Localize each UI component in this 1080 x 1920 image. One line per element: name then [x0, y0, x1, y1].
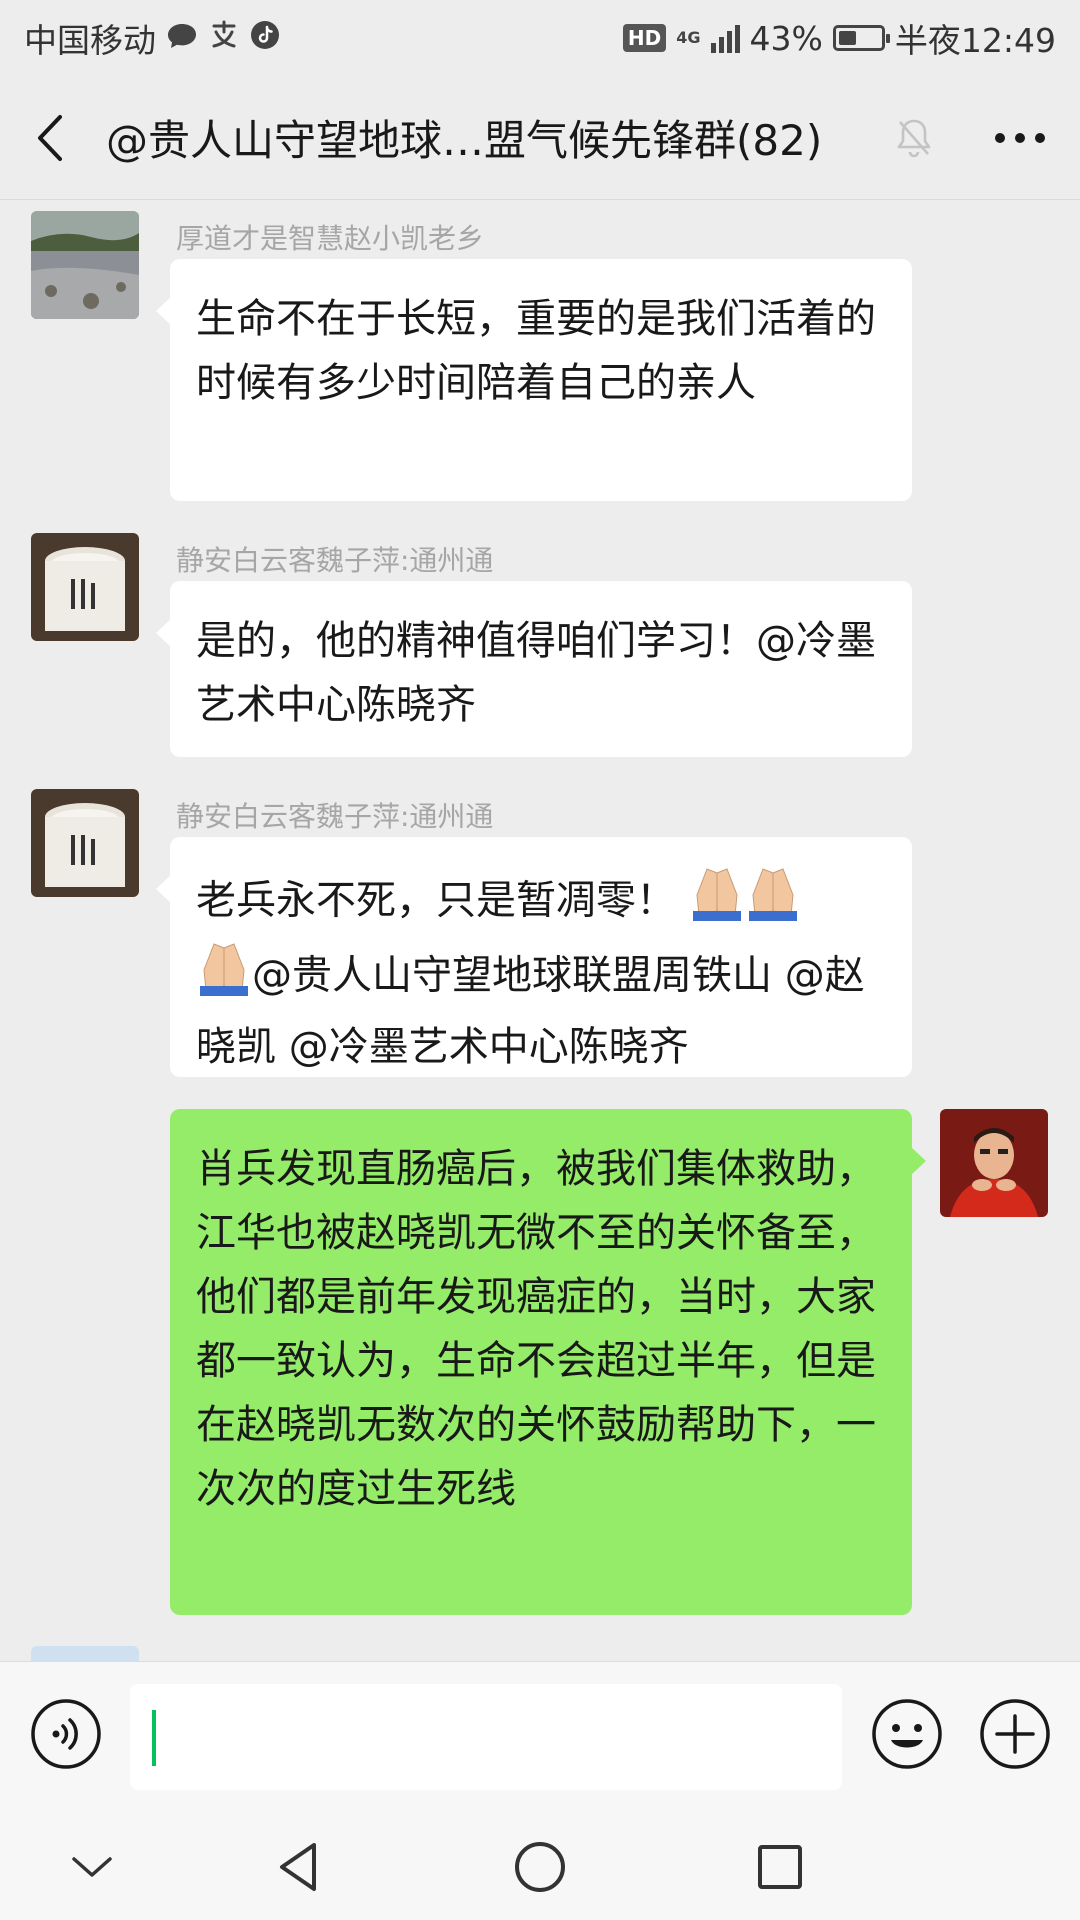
avatar[interactable]	[31, 789, 139, 897]
sender-name: 厚道才是智慧赵小凯老乡	[176, 222, 485, 255]
partial-next-message	[0, 1646, 1080, 1661]
system-home-button[interactable]	[508, 1835, 572, 1899]
message-text: 老兵永不死，只是暂凋零！	[196, 877, 676, 924]
more-functions-button[interactable]	[979, 1698, 1051, 1770]
message-list[interactable]: 厚道才是智慧赵小凯老乡 生命不在于长短，重要的是我们活着的时候有多少时间陪着自己…	[0, 201, 1080, 1661]
message-mentions: @贵人山守望地球联盟周铁山 @赵晓凯 @冷墨艺术中心陈晓齐	[196, 952, 865, 1071]
avatar[interactable]	[940, 1109, 1048, 1217]
message-text: 是的，他的精神值得咱们学习！@冷墨艺术中心陈晓齐	[196, 618, 876, 728]
message-bubble-outgoing[interactable]: 肖兵发现直肠癌后，被我们集体救助，江华也被赵晓凯无微不至的关怀备至，他们都是前年…	[170, 1109, 926, 1615]
chat-title: @贵人山守望地球…盟气候先锋群(82)	[106, 116, 823, 165]
clock: 半夜12:49	[894, 21, 1056, 60]
enamel-mug-avatar-image	[31, 789, 139, 897]
avatar[interactable]	[31, 211, 139, 319]
voice-input-button[interactable]	[30, 1698, 102, 1770]
system-back-button[interactable]	[268, 1835, 332, 1899]
system-navigation-bar	[0, 1813, 1080, 1920]
hide-keyboard-button[interactable]	[60, 1835, 124, 1899]
carrier-name: 中国移动	[24, 21, 156, 60]
status-bar-right: HD 4G 43% 半夜12:49	[622, 14, 1056, 62]
river-landscape-avatar-image	[31, 211, 139, 319]
message-bubble[interactable]: 老兵永不死，只是暂凋零！ @贵人山守望地球联盟周铁山 @赵晓凯 @冷墨艺术中心陈…	[156, 837, 912, 1077]
sender-name: 静安白云客魏子萍:通州通	[176, 800, 494, 833]
message-text: 生命不在于长短，重要的是我们活着的时候有多少时间陪着自己的亲人	[196, 296, 876, 406]
emoji-smile-icon	[872, 1699, 942, 1769]
message-text: 肖兵发现直肠癌后，被我们集体救助，江华也被赵晓凯无微不至的关怀备至，他们都是前年…	[196, 1146, 876, 1512]
back-button[interactable]	[0, 76, 100, 200]
chat-input-bar	[0, 1661, 1080, 1813]
text-cursor	[152, 1710, 156, 1766]
chevron-down-icon	[72, 1857, 112, 1877]
back-arrow-icon	[38, 114, 62, 161]
avatar[interactable]	[31, 533, 139, 641]
square-recent-icon	[758, 1845, 802, 1889]
tiktok-icon	[250, 19, 280, 58]
battery-percent: 43%	[749, 18, 823, 58]
message-bubble[interactable]: 生命不在于长短，重要的是我们活着的时候有多少时间陪着自己的亲人	[156, 259, 912, 501]
sender-name: 静安白云客魏子萍:通州通	[176, 544, 494, 577]
chat-title-bar: @贵人山守望地球…盟气候先锋群(82)	[0, 76, 1080, 200]
triangle-back-icon	[280, 1843, 316, 1891]
enamel-mug-avatar-image	[31, 533, 139, 641]
more-options-button[interactable]	[980, 76, 1060, 200]
chat-bubble-icon	[166, 19, 198, 58]
message-bubble[interactable]: 是的，他的精神值得咱们学习！@冷墨艺术中心陈晓齐	[156, 581, 912, 757]
friend-app-icon	[208, 19, 240, 58]
message-input[interactable]	[130, 1684, 842, 1790]
man-in-red-avatar-image	[940, 1109, 1048, 1217]
plus-icon	[980, 1699, 1050, 1769]
battery-icon	[832, 25, 890, 51]
status-bar-left: 中国移动	[24, 14, 280, 62]
bell-muted-icon	[884, 108, 944, 168]
more-dots-icon	[995, 132, 1045, 143]
folded-hands-icon	[689, 865, 801, 940]
emoji-button[interactable]	[871, 1698, 943, 1770]
system-recents-button[interactable]	[748, 1835, 812, 1899]
status-bar: 中国移动 HD 4G 43% 半夜12:49	[0, 0, 1080, 76]
folded-hands-icon	[196, 940, 252, 1015]
network-type-label: 4G	[676, 28, 701, 47]
circle-home-icon	[515, 1842, 565, 1892]
signal-strength-icon	[710, 23, 740, 53]
hd-badge: HD	[622, 24, 667, 52]
voice-icon	[31, 1699, 101, 1769]
